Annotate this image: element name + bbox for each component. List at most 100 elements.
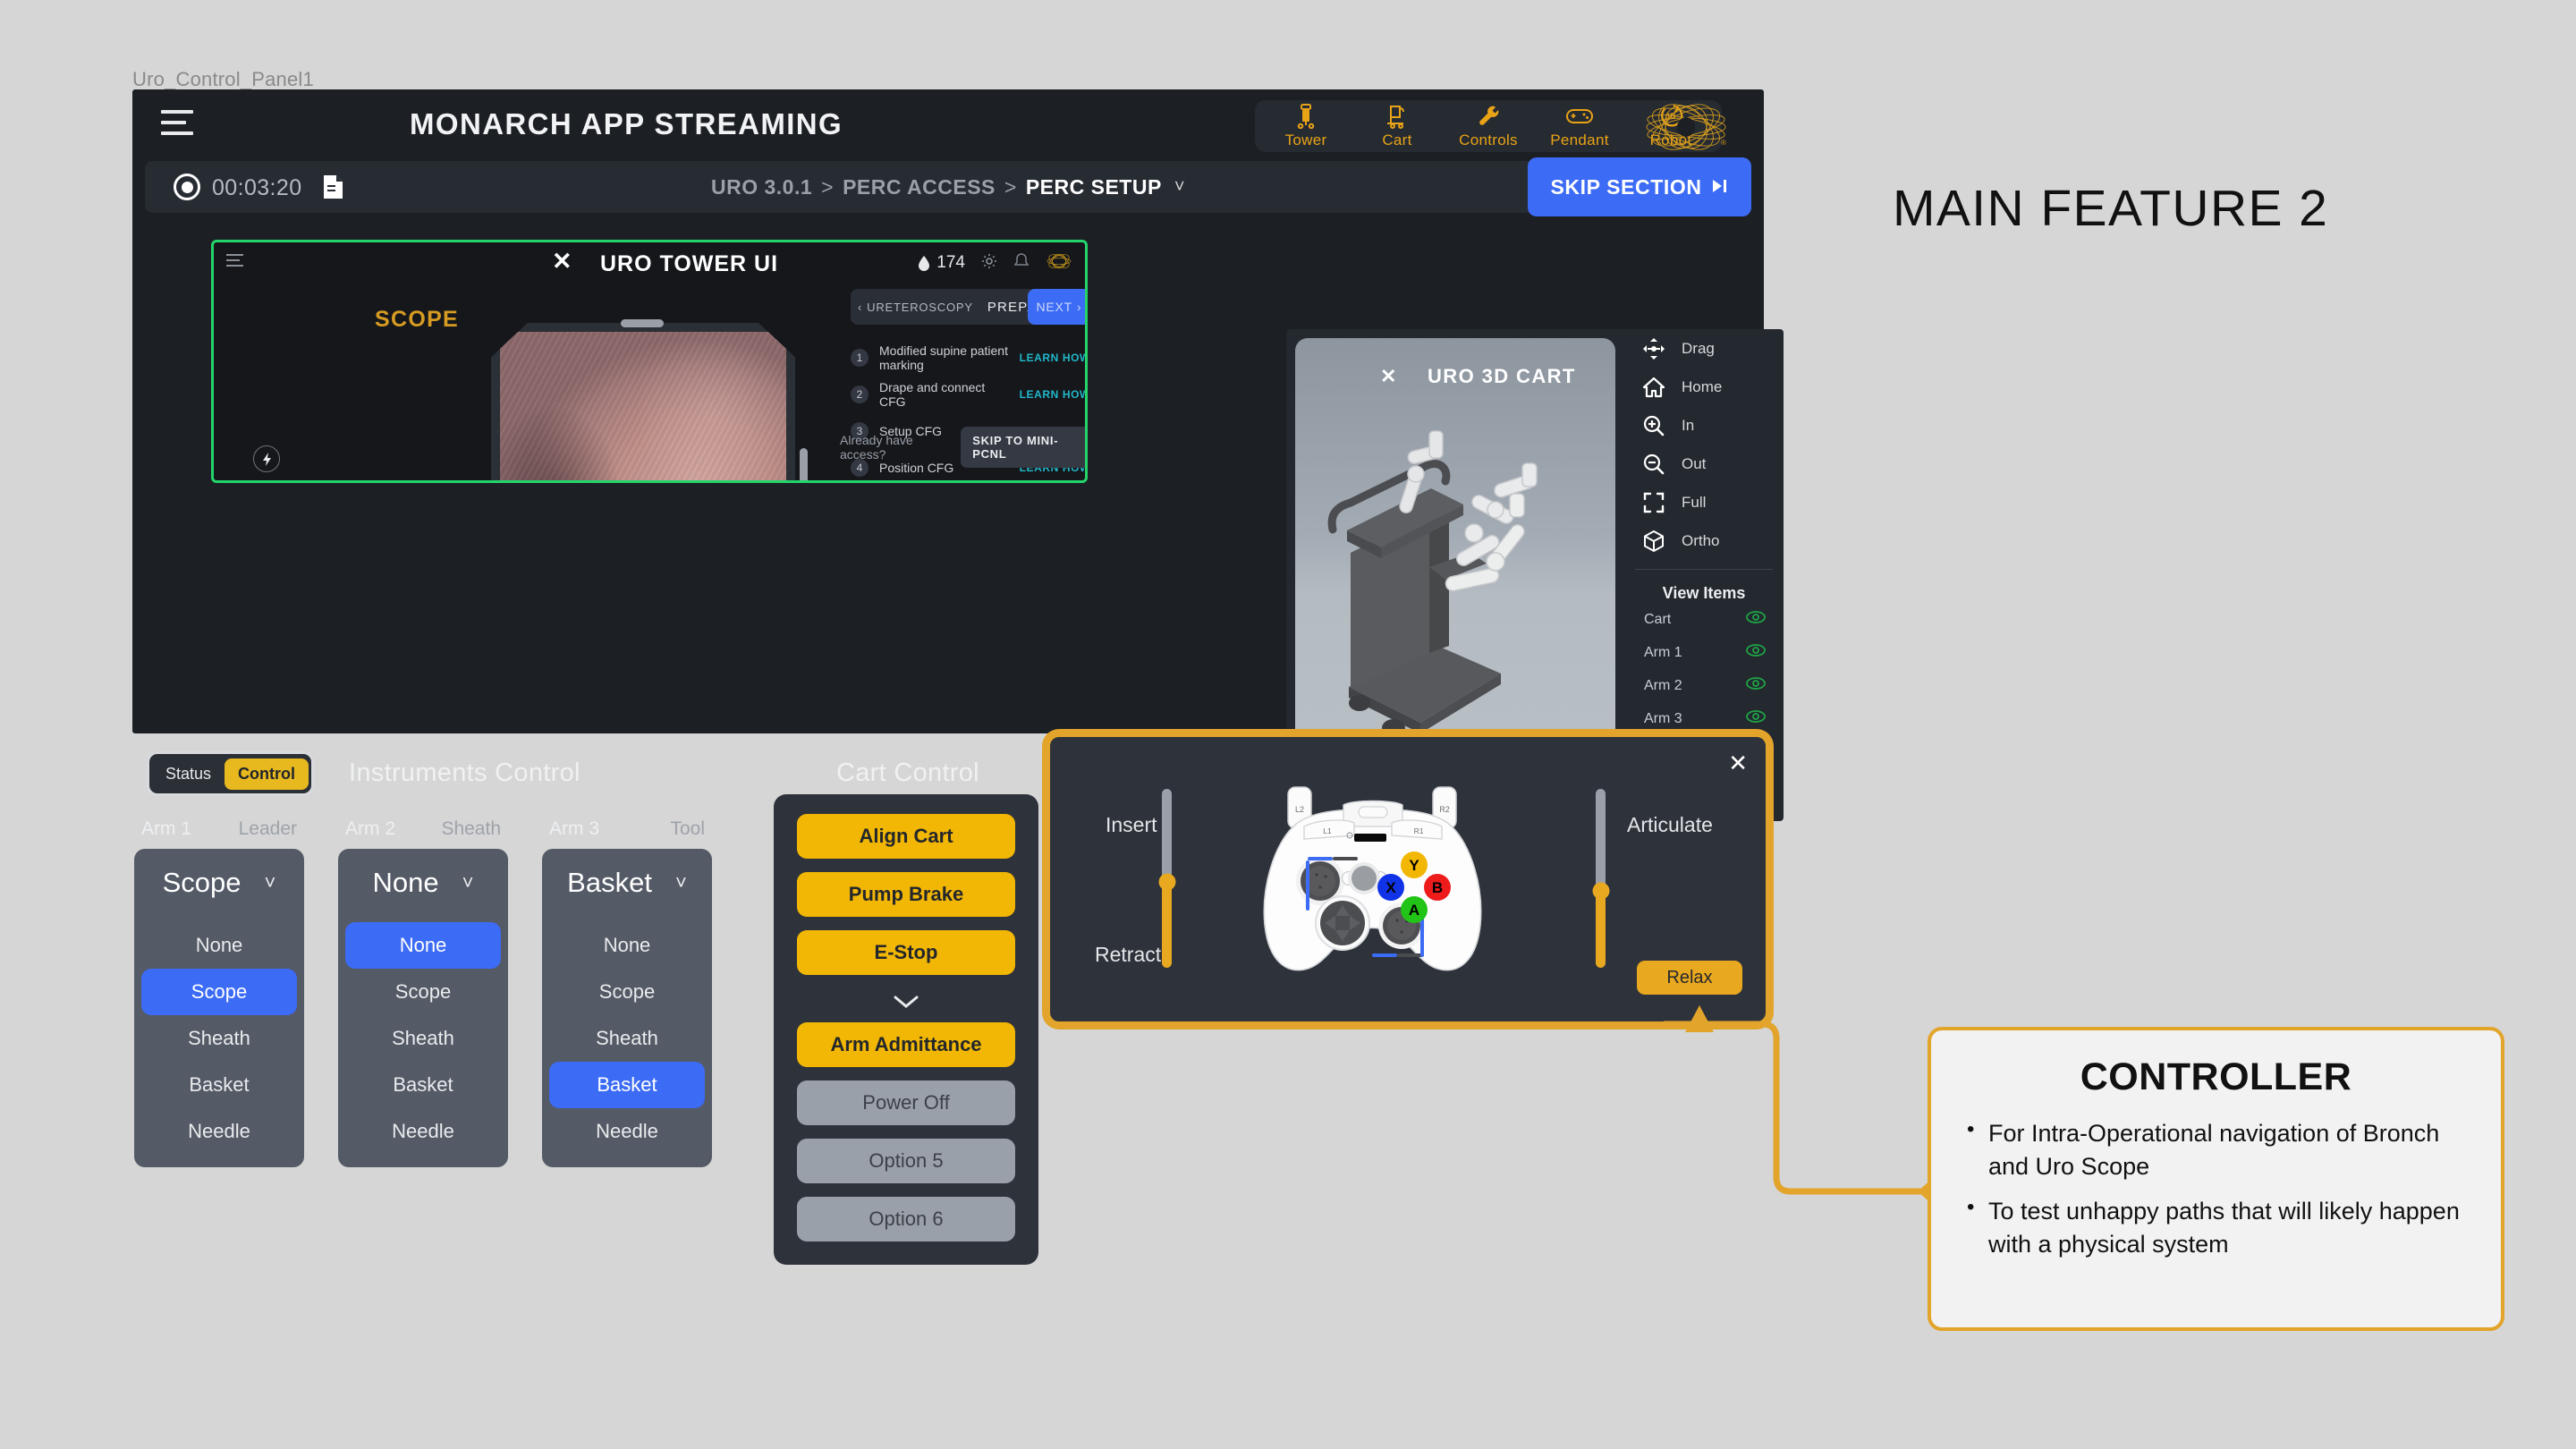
breadcrumb: URO 3.0.1 > PERC ACCESS > PERC SETUP ˅	[145, 161, 1751, 213]
insert-retract-slider[interactable]	[1158, 789, 1175, 968]
arm-3-option-none[interactable]: None	[549, 922, 705, 969]
e-stop-button[interactable]: E-Stop	[797, 930, 1015, 975]
chevron-down-icon[interactable]	[797, 988, 1015, 1015]
arm-1-selected-value[interactable]: Scope ˅	[134, 860, 304, 922]
arm-2-option-none[interactable]: None	[345, 922, 501, 969]
arm-1-dropdown[interactable]: Scope ˅ None Scope Sheath Basket Needle	[134, 849, 304, 1167]
arm-1-option-basket[interactable]: Basket	[141, 1062, 297, 1108]
arm-3-dropdown[interactable]: Basket ˅ None Scope Sheath Basket Needle	[542, 849, 712, 1167]
toggle-status[interactable]: Status	[152, 758, 225, 790]
tower-close-icon[interactable]: ✕	[552, 250, 572, 274]
zoom-out-icon	[1640, 453, 1667, 476]
arm-3-option-sheath[interactable]: Sheath	[549, 1015, 705, 1062]
chevron-down-icon: ˅	[462, 871, 474, 894]
slider-track[interactable]	[1158, 789, 1175, 968]
controller-close-icon[interactable]: ✕	[1728, 750, 1748, 777]
align-cart-button[interactable]: Align Cart	[797, 814, 1015, 859]
view-control-drag[interactable]: Drag	[1624, 329, 1784, 368]
view-control-home[interactable]: Home	[1624, 368, 1784, 406]
arm-1-option-scope[interactable]: Scope	[141, 969, 297, 1015]
selected-label: Scope	[162, 867, 242, 898]
bolt-icon[interactable]	[253, 445, 280, 472]
power-off-button[interactable]: Power Off	[797, 1080, 1015, 1125]
arm-1-option-sheath[interactable]: Sheath	[141, 1015, 297, 1062]
selected-label: Basket	[567, 867, 652, 898]
learn-how-link[interactable]: LEARN HOW	[1020, 352, 1085, 364]
toggle-control[interactable]: Control	[225, 758, 309, 790]
nav-item-tower[interactable]: Tower	[1260, 100, 1352, 153]
arm-3-option-basket[interactable]: Basket	[549, 1062, 705, 1108]
view-control-label: Out	[1682, 454, 1707, 472]
chevron-down-icon: ˅	[264, 871, 276, 894]
svg-text:R2: R2	[1439, 805, 1450, 814]
eye-icon[interactable]	[1746, 611, 1766, 628]
relax-button[interactable]: Relax	[1637, 961, 1742, 995]
view-item-arm-3[interactable]: Arm 3	[1624, 702, 1784, 735]
arm-2-option-sheath[interactable]: Sheath	[345, 1015, 501, 1062]
view-control-zoom-in[interactable]: In	[1624, 406, 1784, 445]
nav-item-cart[interactable]: Cart	[1352, 100, 1443, 153]
view-control-zoom-out[interactable]: Out	[1624, 445, 1784, 483]
step-next-button[interactable]: NEXT ›	[1028, 289, 1085, 325]
eye-icon[interactable]	[1746, 677, 1766, 694]
cart-3d-close-icon[interactable]: ✕	[1380, 365, 1396, 388]
slider-track[interactable]	[1592, 789, 1609, 968]
slider-knob[interactable]	[1158, 873, 1175, 891]
top-bar: MONARCH APP STREAMING Tower Cart Control…	[132, 89, 1764, 157]
option-5-button[interactable]: Option 5	[797, 1139, 1015, 1183]
instruments-arm-columns: Arm 1 Leader Scope ˅ None Scope Sheath B…	[134, 818, 712, 1167]
bell-icon[interactable]	[1013, 252, 1030, 274]
file-label: Uro_Control_Panel1	[132, 68, 314, 90]
eye-icon[interactable]	[1746, 710, 1766, 727]
slider-knob[interactable]	[1592, 882, 1609, 900]
pump-brake-button[interactable]: Pump Brake	[797, 872, 1015, 917]
tower-title: URO TOWER UI	[600, 251, 779, 276]
chevron-down-icon[interactable]: ˅	[1174, 177, 1185, 198]
nav-item-controls[interactable]: Controls	[1443, 100, 1534, 153]
eye-icon[interactable]	[1746, 644, 1766, 661]
arm-1-option-none[interactable]: None	[141, 922, 297, 969]
breadcrumb-item-1[interactable]: PERC ACCESS	[843, 175, 996, 199]
move-arrows-icon	[1640, 337, 1667, 360]
option-6-button[interactable]: Option 6	[797, 1197, 1015, 1241]
arm-2-selected-value[interactable]: None ˅	[338, 860, 508, 922]
view-item-cart[interactable]: Cart	[1624, 603, 1784, 636]
view-control-full[interactable]: Full	[1624, 483, 1784, 521]
arm-3-option-scope[interactable]: Scope	[549, 969, 705, 1015]
arm-3-selected-value[interactable]: Basket ˅	[542, 860, 712, 922]
articulate-slider[interactable]	[1592, 789, 1609, 968]
brightness-icon[interactable]	[981, 253, 997, 274]
arm-2-dropdown[interactable]: None ˅ None Scope Sheath Basket Needle	[338, 849, 508, 1167]
tower-hamburger-icon[interactable]	[226, 254, 243, 270]
arm-1-option-needle[interactable]: Needle	[141, 1108, 297, 1155]
scope-handle-right	[800, 448, 808, 480]
breadcrumb-item-2[interactable]: PERC SETUP	[1026, 175, 1162, 199]
fullscreen-icon	[1640, 491, 1667, 514]
skip-to-mini-pcnl-button[interactable]: SKIP TO MINI-PCNL	[961, 427, 1085, 468]
status-control-toggle[interactable]: Status Control	[147, 751, 315, 796]
step-back-button[interactable]: ‹ URETEROSCOPY	[851, 301, 973, 314]
learn-how-link[interactable]: LEARN HOW	[1020, 388, 1085, 401]
skip-section-button[interactable]: SKIP SECTION	[1528, 157, 1751, 216]
nav-item-pendant[interactable]: Pendant	[1534, 100, 1625, 153]
svg-text:Y: Y	[1409, 857, 1419, 874]
arm-2-option-needle[interactable]: Needle	[345, 1108, 501, 1155]
chevron-left-icon: ‹	[858, 300, 863, 314]
table-row[interactable]: 2 Drape and connect CFG LEARN HOW	[851, 376, 1085, 412]
arm-admittance-button[interactable]: Arm Admittance	[797, 1022, 1015, 1067]
svg-text:X: X	[1385, 879, 1396, 896]
arm-header: Arm 1 Leader	[134, 818, 304, 849]
view-control-ortho[interactable]: Ortho	[1624, 521, 1784, 560]
view-item-arm-1[interactable]: Arm 1	[1624, 636, 1784, 669]
table-row[interactable]: 1 Modified supine patient marking LEARN …	[851, 339, 1085, 376]
gamepad-icon: L2 R2 L1 R1 Y B A X	[1218, 780, 1527, 1004]
arm-2-option-scope[interactable]: Scope	[345, 969, 501, 1015]
breadcrumb-item-0[interactable]: URO 3.0.1	[711, 175, 812, 199]
step-back-label: URETEROSCOPY	[867, 300, 973, 314]
view-item-arm-2[interactable]: Arm 2	[1624, 669, 1784, 702]
hamburger-icon[interactable]	[161, 110, 193, 135]
scope-video-feed	[491, 323, 795, 480]
view-item-label: Arm 1	[1644, 644, 1682, 660]
arm-2-option-basket[interactable]: Basket	[345, 1062, 501, 1108]
arm-3-option-needle[interactable]: Needle	[549, 1108, 705, 1155]
